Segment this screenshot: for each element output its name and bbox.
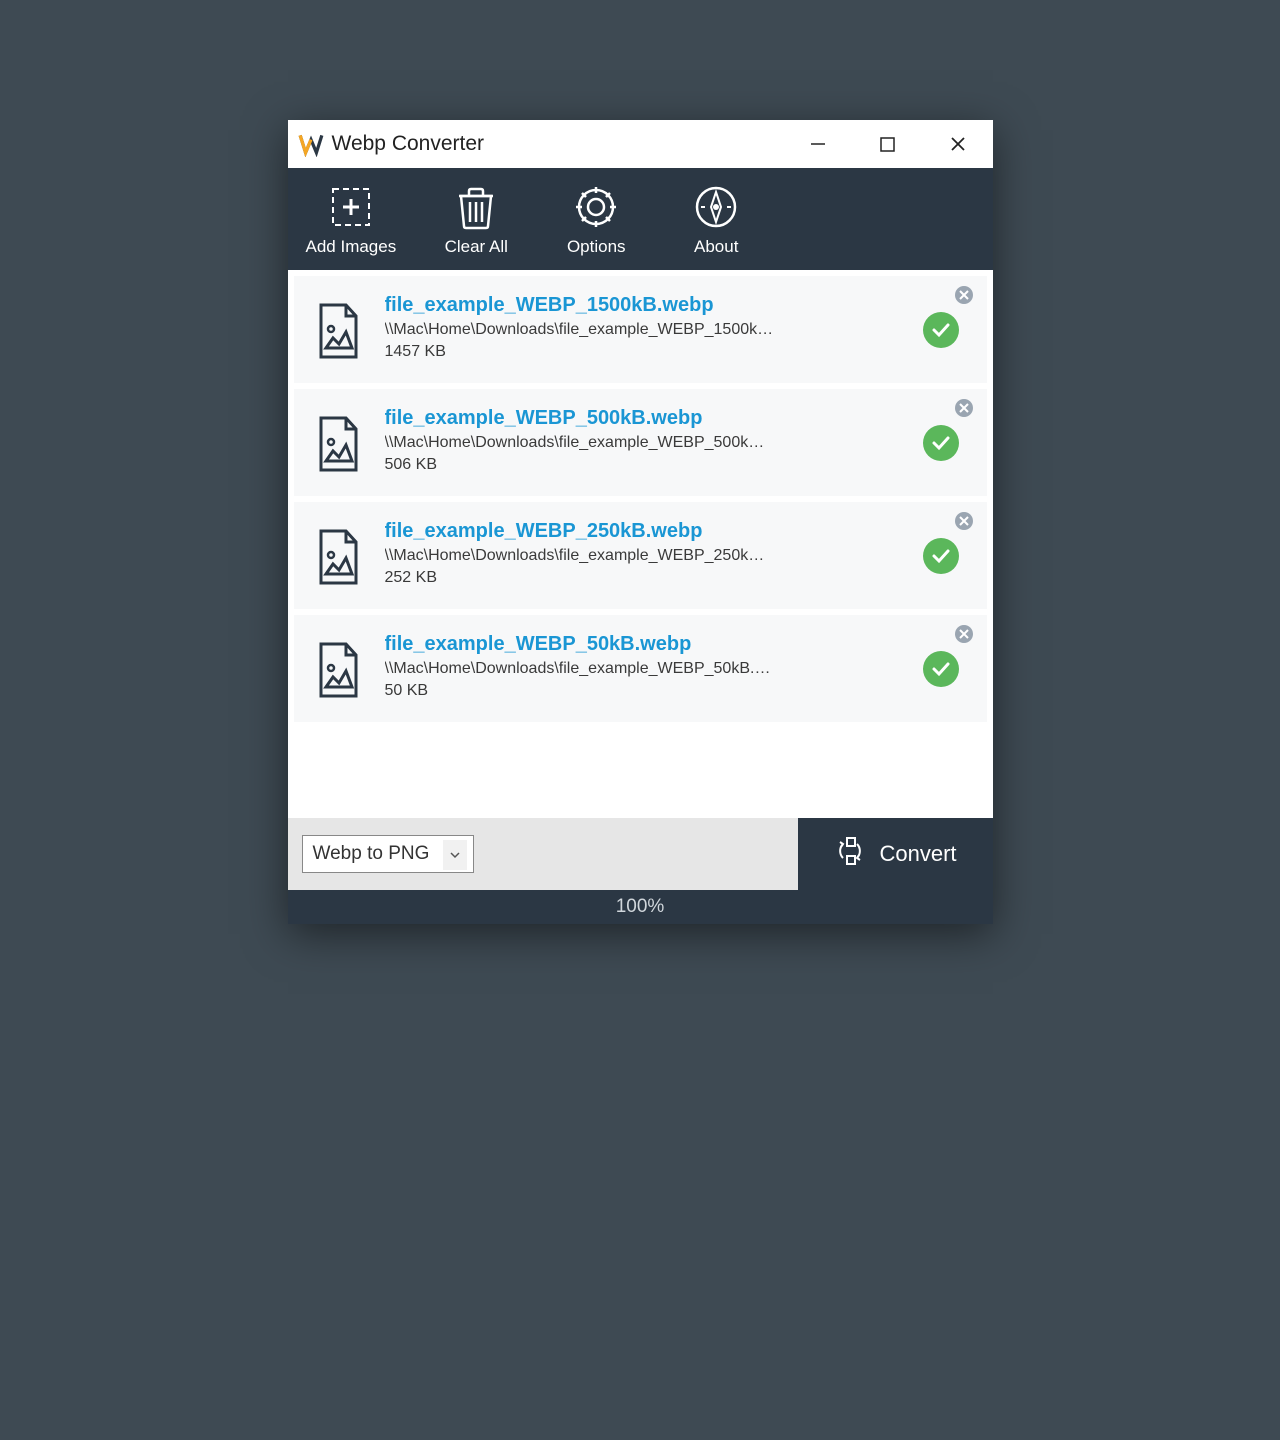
minimize-button[interactable] xyxy=(783,120,853,168)
toolbar: Add Images Clear All xyxy=(288,168,993,270)
progress-bar: 100% xyxy=(288,890,993,924)
app-window: Webp Converter Add Images xyxy=(288,120,993,924)
convert-icon xyxy=(833,834,867,874)
remove-file-button[interactable] xyxy=(955,512,973,530)
file-name: file_example_WEBP_500kB.webp xyxy=(385,407,923,430)
image-file-icon xyxy=(316,528,361,586)
bottom-bar: Webp to PNG Convert xyxy=(288,818,993,890)
app-logo-icon xyxy=(298,131,324,157)
file-path: \\Mac\Home\Downloads\file_example_WEBP_5… xyxy=(385,660,775,678)
file-path: \\Mac\Home\Downloads\file_example_WEBP_1… xyxy=(385,321,775,339)
toolbar-label: Add Images xyxy=(306,237,397,257)
file-path: \\Mac\Home\Downloads\file_example_WEBP_2… xyxy=(385,547,775,565)
app-title: Webp Converter xyxy=(332,132,485,156)
compass-icon xyxy=(690,181,742,233)
gear-icon xyxy=(570,181,622,233)
image-file-icon xyxy=(316,302,361,360)
file-path: \\Mac\Home\Downloads\file_example_WEBP_5… xyxy=(385,434,775,452)
file-size: 506 KB xyxy=(385,456,923,474)
toolbar-label: Options xyxy=(567,237,626,257)
convert-label: Convert xyxy=(879,841,956,867)
close-button[interactable] xyxy=(923,120,993,168)
file-info: file_example_WEBP_50kB.webp \\Mac\Home\D… xyxy=(385,633,923,700)
convert-button[interactable]: Convert xyxy=(798,818,993,890)
trash-icon xyxy=(450,181,502,233)
format-selected-label: Webp to PNG xyxy=(313,843,430,865)
file-size: 50 KB xyxy=(385,682,923,700)
clear-all-button[interactable]: Clear All xyxy=(436,181,516,257)
toolbar-label: About xyxy=(694,237,738,257)
file-row[interactable]: file_example_WEBP_250kB.webp \\Mac\Home\… xyxy=(294,502,987,609)
file-name: file_example_WEBP_250kB.webp xyxy=(385,520,923,543)
image-file-icon xyxy=(316,641,361,699)
about-button[interactable]: About xyxy=(676,181,756,257)
file-size: 252 KB xyxy=(385,569,923,587)
status-success-icon xyxy=(923,538,959,574)
file-info: file_example_WEBP_250kB.webp \\Mac\Home\… xyxy=(385,520,923,587)
file-info: file_example_WEBP_500kB.webp \\Mac\Home\… xyxy=(385,407,923,474)
file-info: file_example_WEBP_1500kB.webp \\Mac\Home… xyxy=(385,294,923,361)
file-row[interactable]: file_example_WEBP_500kB.webp \\Mac\Home\… xyxy=(294,389,987,496)
file-row[interactable]: file_example_WEBP_50kB.webp \\Mac\Home\D… xyxy=(294,615,987,722)
file-size: 1457 KB xyxy=(385,343,923,361)
status-success-icon xyxy=(923,651,959,687)
add-images-icon xyxy=(325,181,377,233)
remove-file-button[interactable] xyxy=(955,625,973,643)
remove-file-button[interactable] xyxy=(955,286,973,304)
file-name: file_example_WEBP_1500kB.webp xyxy=(385,294,923,317)
file-name: file_example_WEBP_50kB.webp xyxy=(385,633,923,656)
status-success-icon xyxy=(923,425,959,461)
format-select[interactable]: Webp to PNG xyxy=(302,835,474,873)
chevron-down-icon xyxy=(443,840,467,870)
toolbar-label: Clear All xyxy=(445,237,508,257)
file-row[interactable]: file_example_WEBP_1500kB.webp \\Mac\Home… xyxy=(294,276,987,383)
image-file-icon xyxy=(316,415,361,473)
maximize-button[interactable] xyxy=(853,120,923,168)
status-success-icon xyxy=(923,312,959,348)
remove-file-button[interactable] xyxy=(955,399,973,417)
titlebar: Webp Converter xyxy=(288,120,993,168)
options-button[interactable]: Options xyxy=(556,181,636,257)
add-images-button[interactable]: Add Images xyxy=(306,181,397,257)
file-list: file_example_WEBP_1500kB.webp \\Mac\Home… xyxy=(288,276,993,818)
progress-text: 100% xyxy=(616,896,665,918)
